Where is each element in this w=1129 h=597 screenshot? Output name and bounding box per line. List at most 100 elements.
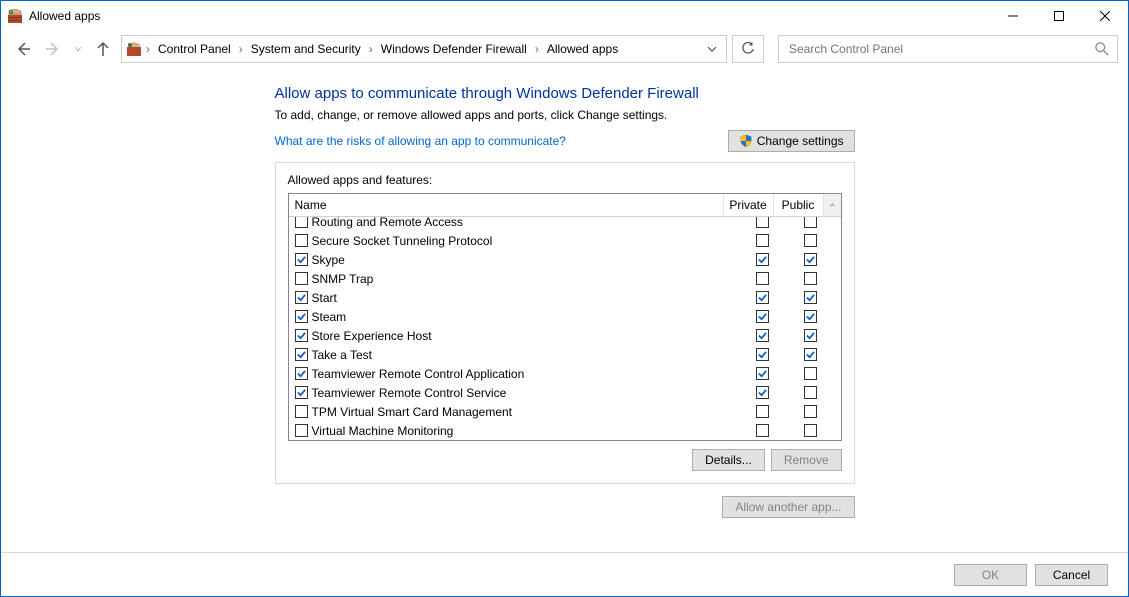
firewall-icon xyxy=(126,41,142,57)
public-checkbox[interactable] xyxy=(804,217,817,228)
private-checkbox[interactable] xyxy=(756,329,769,342)
nav-recent-dropdown[interactable] xyxy=(71,37,85,61)
public-checkbox[interactable] xyxy=(804,348,817,361)
nav-up-button[interactable] xyxy=(91,37,115,61)
app-name-label: TPM Virtual Smart Card Management xyxy=(312,405,513,419)
public-checkbox[interactable] xyxy=(804,329,817,342)
public-checkbox[interactable] xyxy=(804,367,817,380)
table-row[interactable]: Store Experience Host xyxy=(289,326,841,345)
app-enabled-checkbox[interactable] xyxy=(295,234,308,247)
app-enabled-checkbox[interactable] xyxy=(295,217,308,228)
maximize-button[interactable] xyxy=(1036,1,1082,31)
app-enabled-checkbox[interactable] xyxy=(295,386,308,399)
maximize-icon xyxy=(1054,11,1064,21)
refresh-button[interactable] xyxy=(732,35,764,63)
app-enabled-checkbox[interactable] xyxy=(295,272,308,285)
change-settings-button[interactable]: Change settings xyxy=(728,130,855,152)
app-enabled-checkbox[interactable] xyxy=(295,405,308,418)
private-checkbox[interactable] xyxy=(756,253,769,266)
app-enabled-checkbox[interactable] xyxy=(295,424,308,437)
app-name-label: Routing and Remote Access xyxy=(312,217,463,229)
public-checkbox[interactable] xyxy=(804,424,817,437)
arrow-up-icon xyxy=(95,41,111,57)
app-enabled-checkbox[interactable] xyxy=(295,329,308,342)
app-name-label: Skype xyxy=(312,253,345,267)
cancel-button[interactable]: Cancel xyxy=(1035,564,1108,586)
close-icon xyxy=(1100,11,1110,21)
table-row[interactable]: Virtual Machine Monitoring xyxy=(289,421,841,440)
minimize-button[interactable] xyxy=(990,1,1036,31)
allow-another-app-button[interactable]: Allow another app... xyxy=(722,496,854,518)
search-input[interactable] xyxy=(787,41,1095,57)
app-name-label: Secure Socket Tunneling Protocol xyxy=(312,234,493,248)
app-enabled-checkbox[interactable] xyxy=(295,253,308,266)
table-row[interactable]: Routing and Remote Access xyxy=(289,217,841,231)
minimize-icon xyxy=(1008,11,1018,21)
table-row[interactable]: Take a Test xyxy=(289,345,841,364)
chevron-right-icon: › xyxy=(144,42,152,56)
private-checkbox[interactable] xyxy=(756,272,769,285)
column-header-public[interactable]: Public xyxy=(774,194,824,216)
breadcrumb-item[interactable]: System and Security xyxy=(247,40,365,58)
table-row[interactable]: Steam xyxy=(289,307,841,326)
page-heading: Allow apps to communicate through Window… xyxy=(275,85,855,102)
shield-uac-icon xyxy=(739,134,753,148)
nav-forward-button[interactable] xyxy=(41,37,65,61)
public-checkbox[interactable] xyxy=(804,253,817,266)
table-row[interactable]: SNMP Trap xyxy=(289,269,841,288)
app-enabled-checkbox[interactable] xyxy=(295,310,308,323)
refresh-icon xyxy=(741,42,755,56)
private-checkbox[interactable] xyxy=(756,217,769,228)
public-checkbox[interactable] xyxy=(804,386,817,399)
private-checkbox[interactable] xyxy=(756,405,769,418)
table-body[interactable]: Routing and Remote Access Secure Socket T… xyxy=(289,217,841,440)
table-row[interactable]: Secure Socket Tunneling Protocol xyxy=(289,231,841,250)
address-bar[interactable]: › Control Panel › System and Security › … xyxy=(121,35,727,63)
table-row[interactable]: Skype xyxy=(289,250,841,269)
private-checkbox[interactable] xyxy=(756,386,769,399)
nav-back-button[interactable] xyxy=(11,37,35,61)
change-settings-label: Change settings xyxy=(757,134,844,148)
public-checkbox[interactable] xyxy=(804,234,817,247)
private-checkbox[interactable] xyxy=(756,348,769,361)
chevron-right-icon: › xyxy=(367,42,375,56)
ok-button[interactable]: OK xyxy=(954,564,1027,586)
public-checkbox[interactable] xyxy=(804,291,817,304)
private-checkbox[interactable] xyxy=(756,234,769,247)
details-button[interactable]: Details... xyxy=(692,449,765,471)
public-checkbox[interactable] xyxy=(804,405,817,418)
breadcrumb-item[interactable]: Windows Defender Firewall xyxy=(377,40,531,58)
app-enabled-checkbox[interactable] xyxy=(295,367,308,380)
breadcrumb-item[interactable]: Control Panel xyxy=(154,40,235,58)
private-checkbox[interactable] xyxy=(756,291,769,304)
allowed-apps-window: Allowed apps xyxy=(0,0,1129,597)
page-subtext: To add, change, or remove allowed apps a… xyxy=(275,108,855,122)
search-icon xyxy=(1095,42,1109,56)
app-enabled-checkbox[interactable] xyxy=(295,348,308,361)
table-row[interactable]: Teamviewer Remote Control Service xyxy=(289,383,841,402)
private-checkbox[interactable] xyxy=(756,310,769,323)
app-enabled-checkbox[interactable] xyxy=(295,291,308,304)
remove-button[interactable]: Remove xyxy=(771,449,842,471)
group-label: Allowed apps and features: xyxy=(288,173,842,187)
close-button[interactable] xyxy=(1082,1,1128,31)
nav-toolbar: › Control Panel › System and Security › … xyxy=(1,31,1128,67)
private-checkbox[interactable] xyxy=(756,424,769,437)
public-checkbox[interactable] xyxy=(804,310,817,323)
app-name-label: Take a Test xyxy=(312,348,372,362)
public-checkbox[interactable] xyxy=(804,272,817,285)
search-box[interactable] xyxy=(778,35,1118,63)
chevron-right-icon: › xyxy=(533,42,541,56)
address-dropdown[interactable] xyxy=(702,44,722,54)
table-row[interactable]: Teamviewer Remote Control Application xyxy=(289,364,841,383)
column-header-private[interactable]: Private xyxy=(724,194,774,216)
table-row[interactable]: Start xyxy=(289,288,841,307)
table-row[interactable]: TPM Virtual Smart Card Management xyxy=(289,402,841,421)
private-checkbox[interactable] xyxy=(756,367,769,380)
app-name-label: Teamviewer Remote Control Application xyxy=(312,367,525,381)
column-header-name[interactable]: Name xyxy=(289,194,724,216)
risks-link[interactable]: What are the risks of allowing an app to… xyxy=(275,134,566,148)
breadcrumb-item[interactable]: Allowed apps xyxy=(543,40,622,58)
app-name-label: Store Experience Host xyxy=(312,329,432,343)
chevron-down-icon xyxy=(707,44,717,54)
